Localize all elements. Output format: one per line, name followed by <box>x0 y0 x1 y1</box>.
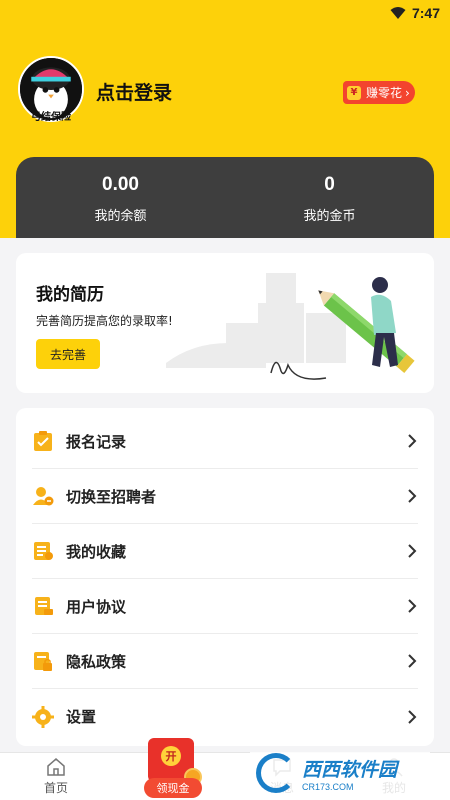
open-label: 开 <box>161 746 181 766</box>
watermark: 西西软件园 CR173.COM <box>250 752 430 794</box>
chevron-right-icon <box>408 654 417 668</box>
menu-item-label: 隐私政策 <box>66 652 127 671</box>
balance-section[interactable]: 0.00 我的余额 <box>16 157 225 238</box>
menu-item-user-agreement[interactable]: 用户协议 <box>32 579 418 634</box>
watermark-url: CR173.COM <box>302 781 354 792</box>
menu-item-label: 设置 <box>66 708 97 726</box>
login-link[interactable]: 点击登录 <box>96 78 172 105</box>
menu-card: 报名记录 切换至招聘者 我的收藏 用户协议 隐私政策 设置 <box>16 408 434 746</box>
coins-section[interactable]: 0 我的金币 <box>225 157 434 238</box>
menu-item-label: 报名记录 <box>66 432 127 451</box>
menu-item-label: 切换至招聘者 <box>66 487 157 506</box>
menu-item-favorites[interactable]: 我的收藏 <box>32 524 418 579</box>
balance-label: 我的余额 <box>94 209 147 224</box>
menu-item-label: 我的收藏 <box>66 542 127 561</box>
chevron-right-icon <box>408 709 417 724</box>
chevron-right-icon <box>408 599 417 613</box>
resume-card[interactable]: 我的简历 完善简历提高您的录取率! 去完善 <box>16 253 434 393</box>
chevron-right-icon: › <box>405 85 410 100</box>
earn-pocket-money-button[interactable]: ¥ 赚零花 › <box>343 81 415 104</box>
resume-illustration <box>166 273 415 380</box>
coins-label: 我的金币 <box>303 209 356 224</box>
wifi-icon <box>390 7 406 19</box>
privacy-lock-icon <box>34 652 52 671</box>
status-bar: 7:47 <box>0 0 450 26</box>
menu-item-privacy-policy[interactable]: 隐私政策 <box>32 634 418 689</box>
yen-icon: ¥ <box>347 85 361 100</box>
tab-home-label: 首页 <box>43 781 68 795</box>
watermark-logo-icon <box>256 753 296 793</box>
menu-item-settings[interactable]: 设置 <box>32 689 418 744</box>
get-cash-button[interactable]: 开 领现金 <box>138 738 210 800</box>
avatar-caption: 弓结保险 <box>31 112 71 123</box>
menu-item-label: 用户协议 <box>66 597 127 616</box>
agreement-icon <box>35 597 53 615</box>
chevron-right-icon <box>408 489 417 503</box>
coins-value: 0 <box>324 174 335 195</box>
home-icon <box>47 758 65 776</box>
watermark-brand: 西西软件园 <box>302 758 398 781</box>
clipboard-icon <box>34 431 52 451</box>
wallet-panel: 0.00 我的余额 0 我的金币 <box>16 157 434 238</box>
complete-resume-button[interactable]: 去完善 <box>36 339 100 369</box>
chevron-right-icon <box>408 544 417 558</box>
resume-title: 我的简历 <box>36 285 104 305</box>
get-cash-label: 领现金 <box>144 778 202 798</box>
resume-subtitle: 完善简历提高您的录取率! <box>36 314 173 328</box>
earn-label: 赚零花 <box>366 86 403 100</box>
menu-item-switch-recruiter[interactable]: 切换至招聘者 <box>32 469 418 524</box>
favorites-list-icon <box>34 542 53 560</box>
chevron-right-icon <box>408 434 417 448</box>
tab-home[interactable]: 首页 <box>26 753 86 800</box>
balance-value: 0.00 <box>102 174 139 195</box>
status-time: 7:47 <box>411 5 440 21</box>
switch-user-icon <box>33 487 54 506</box>
menu-item-signup-records[interactable]: 报名记录 <box>32 414 418 469</box>
gear-icon <box>32 705 54 728</box>
